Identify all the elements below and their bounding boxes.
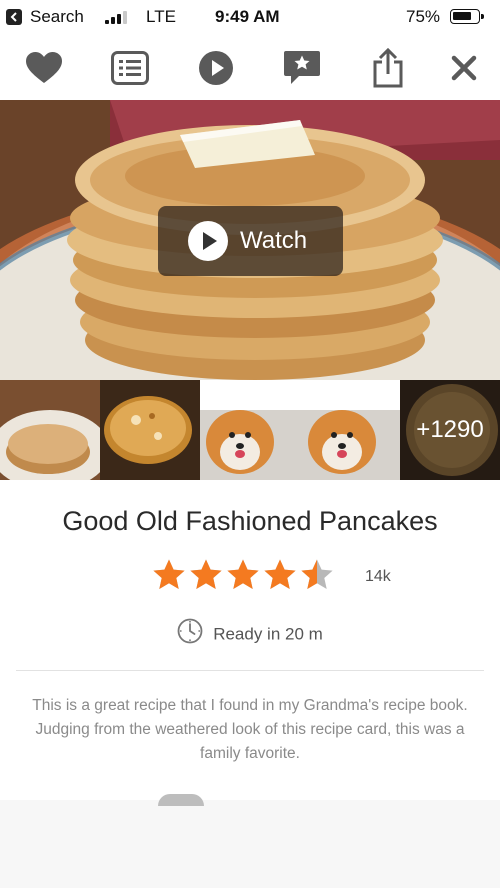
featured-icon bbox=[284, 51, 320, 84]
close-button[interactable] bbox=[442, 46, 486, 90]
watch-label: Watch bbox=[240, 227, 308, 254]
clock-time: 9:49 AM bbox=[215, 7, 280, 26]
photo-thumbnail[interactable] bbox=[200, 380, 300, 480]
signal-icon bbox=[105, 10, 129, 24]
close-icon bbox=[451, 55, 477, 81]
recipe-screen: Search LTE 9:49 AM 75% Watch +1290 Good … bbox=[0, 0, 500, 888]
watch-video-button[interactable]: Watch bbox=[158, 206, 343, 276]
photo-thumbnail[interactable] bbox=[100, 380, 200, 480]
share-button[interactable] bbox=[366, 46, 410, 90]
battery-percent: 75% bbox=[406, 7, 441, 26]
share-icon bbox=[373, 48, 403, 88]
rating-stars[interactable] bbox=[152, 558, 337, 592]
recipe-hero-photo[interactable]: Watch bbox=[0, 100, 500, 380]
status-bar: Search LTE 9:49 AM 75% bbox=[0, 0, 500, 34]
photo-thumbnail[interactable] bbox=[300, 380, 400, 480]
star-icon[interactable] bbox=[226, 558, 260, 592]
play-video-button[interactable] bbox=[194, 46, 238, 90]
ready-time: Ready in 20 m bbox=[0, 618, 500, 649]
more-photos-tile[interactable]: +1290 bbox=[400, 380, 500, 480]
clock-icon bbox=[177, 618, 203, 649]
favorite-button[interactable] bbox=[22, 46, 66, 90]
photo-thumbnail[interactable] bbox=[0, 380, 100, 480]
back-to-search-label[interactable]: Search bbox=[30, 7, 84, 27]
photo-thumbnail-strip: +1290 bbox=[0, 380, 500, 480]
star-icon[interactable] bbox=[300, 558, 334, 592]
back-to-search-icon[interactable] bbox=[6, 9, 22, 25]
ingredients-button[interactable] bbox=[108, 46, 152, 90]
divider bbox=[16, 670, 484, 671]
star-icon[interactable] bbox=[152, 558, 186, 592]
battery-icon bbox=[450, 9, 484, 24]
author-avatar[interactable] bbox=[158, 794, 204, 806]
recipe-details: Good Old Fashioned Pancakes 14k Ready in… bbox=[0, 480, 500, 806]
more-photos-count: +1290 bbox=[400, 380, 500, 480]
carrier-label: LTE bbox=[146, 7, 176, 26]
recipe-toolbar bbox=[0, 34, 500, 101]
play-icon bbox=[199, 51, 233, 85]
rating-count: 14k bbox=[365, 568, 391, 585]
review-button[interactable] bbox=[280, 46, 324, 90]
recipe-title: Good Old Fashioned Pancakes bbox=[62, 506, 438, 536]
star-icon[interactable] bbox=[263, 558, 297, 592]
play-circle-icon bbox=[188, 221, 228, 261]
recipe-description: This is a great recipe that I found in m… bbox=[32, 697, 468, 762]
list-icon bbox=[111, 51, 149, 85]
ready-time-text: Ready in 20 m bbox=[213, 624, 323, 644]
star-icon[interactable] bbox=[189, 558, 223, 592]
heart-icon bbox=[26, 52, 62, 83]
